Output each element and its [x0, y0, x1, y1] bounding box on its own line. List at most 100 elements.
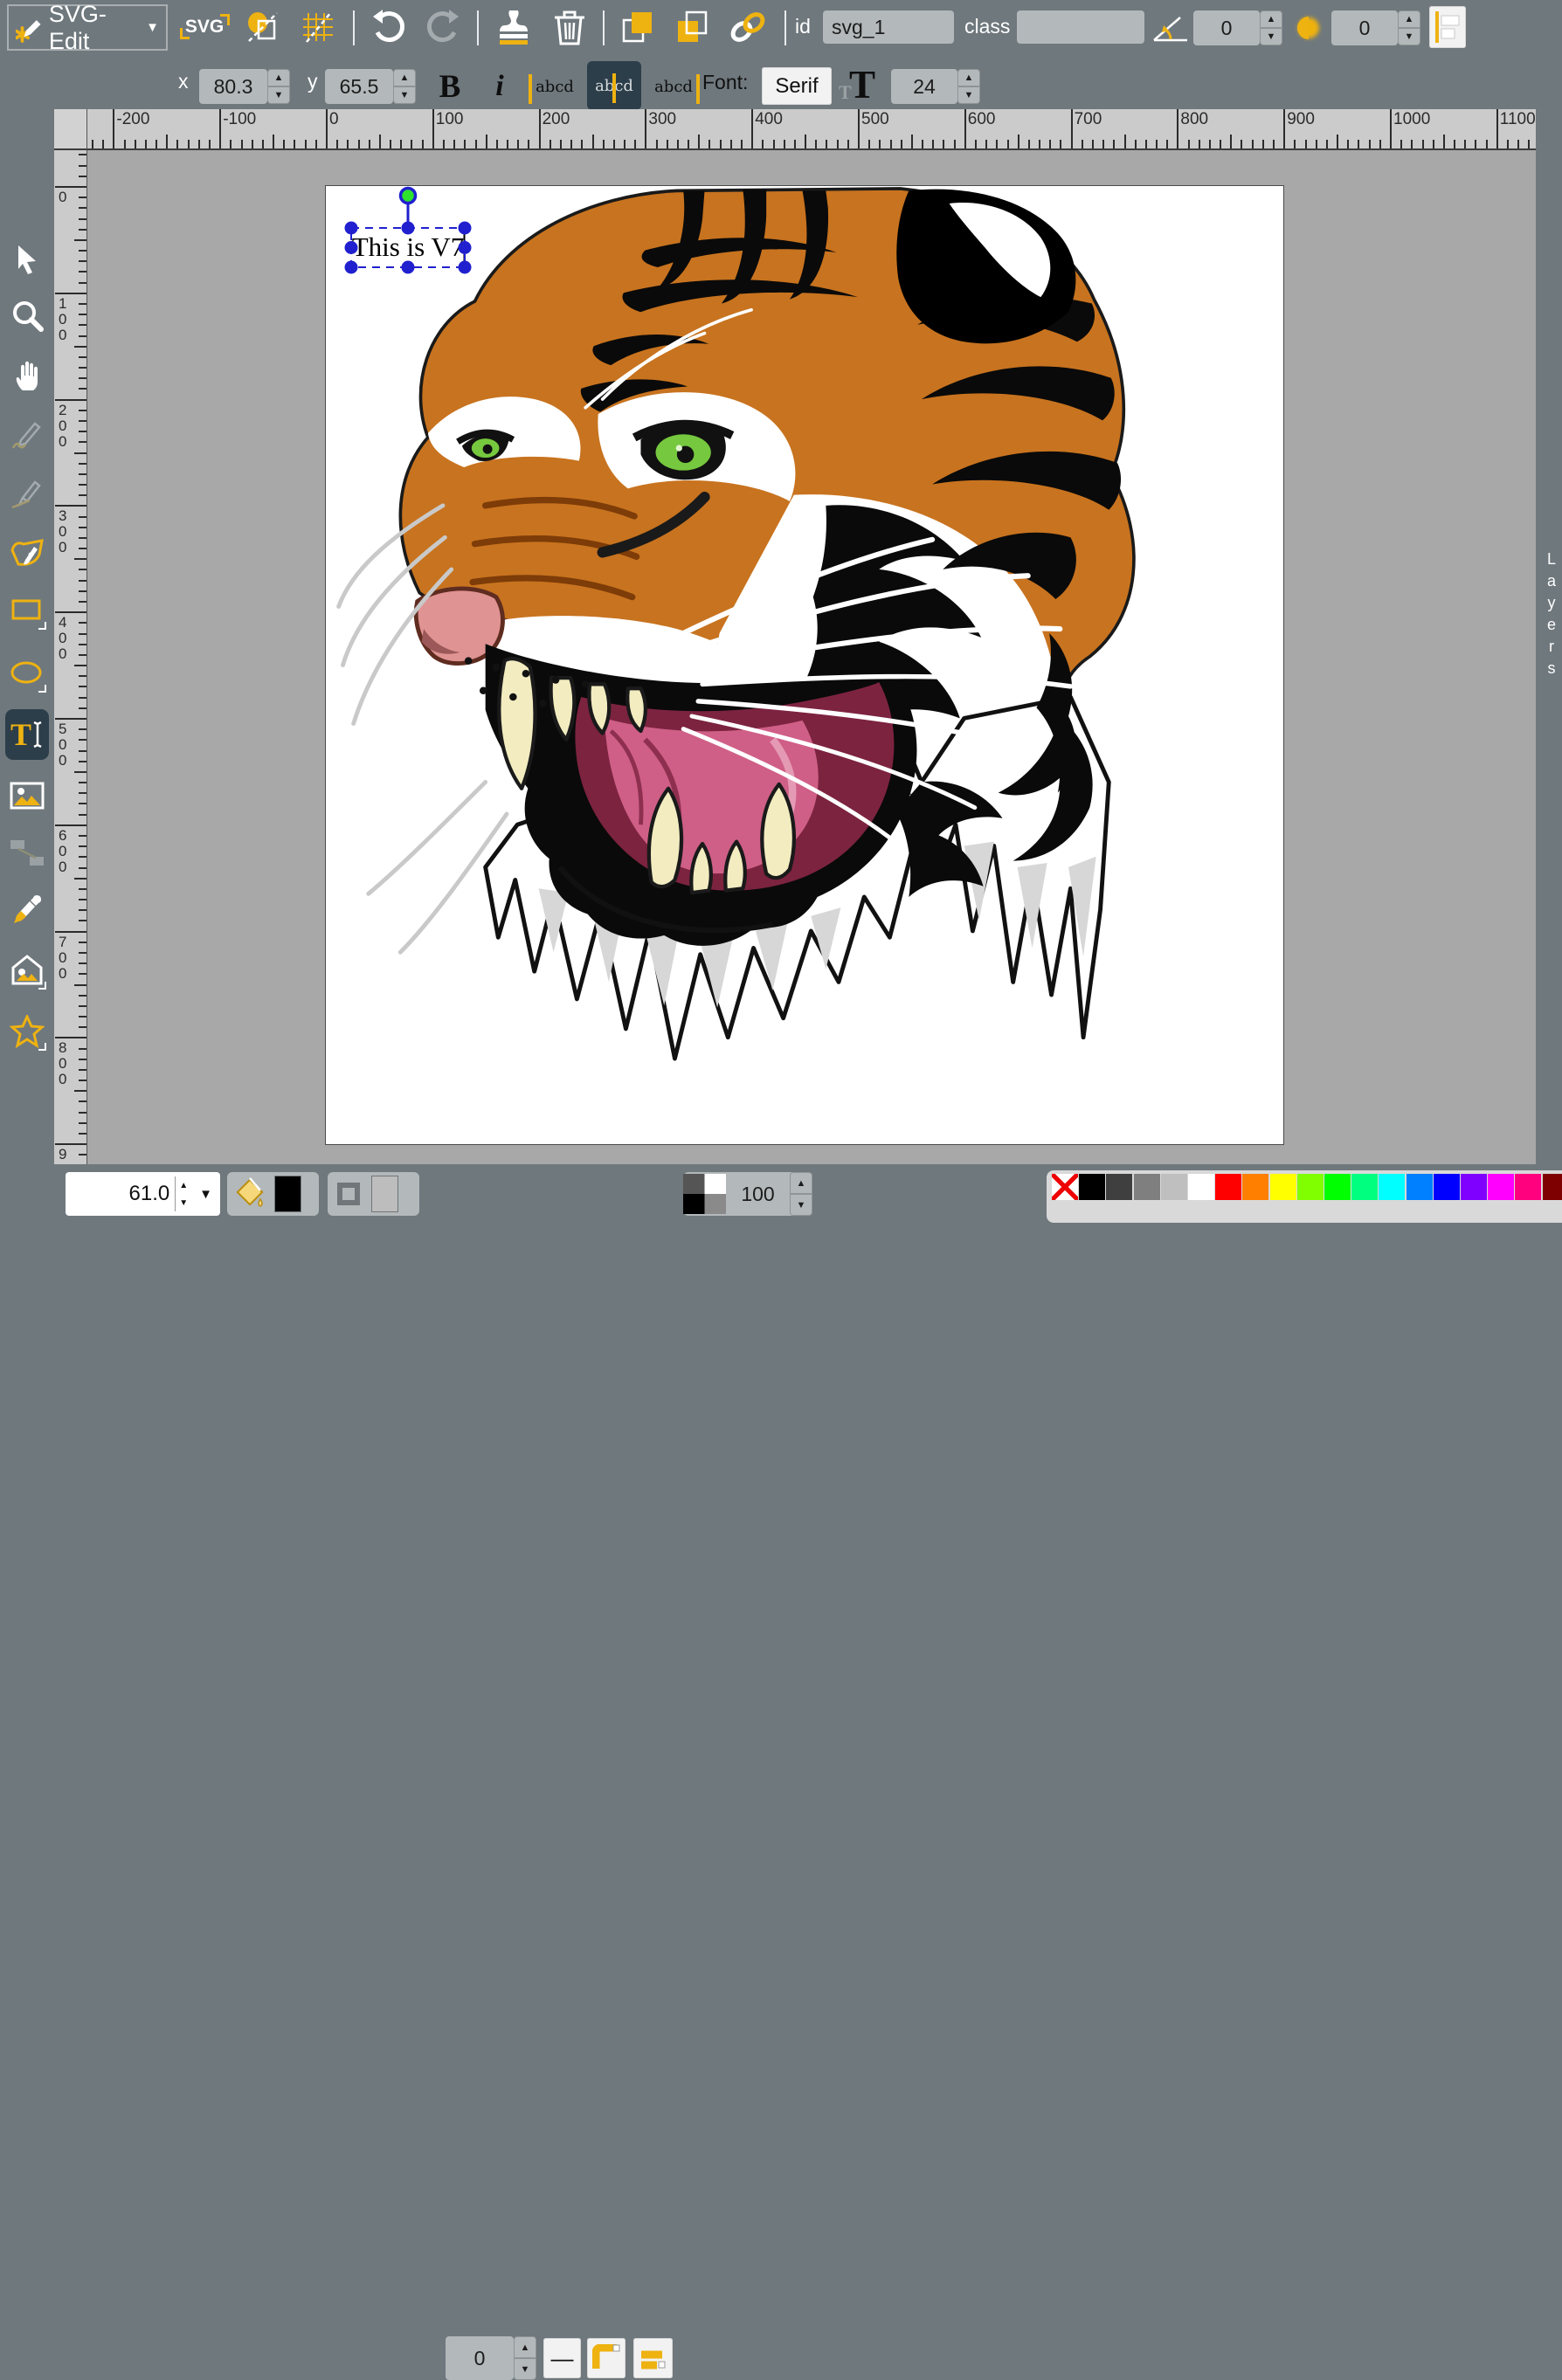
stroke-color-swatch[interactable]: [371, 1176, 398, 1212]
clone-button[interactable]: [489, 5, 538, 49]
spin-down-icon[interactable]: ▼: [514, 2358, 536, 2380]
palette-swatch-ff007f[interactable]: [1515, 1174, 1541, 1200]
layers-panel-tab[interactable]: Layers: [1536, 109, 1562, 1164]
font-family-button[interactable]: Serif: [762, 67, 832, 105]
redo-button[interactable]: [419, 5, 467, 49]
font-size-input[interactable]: 24: [891, 69, 957, 104]
svg-source-button[interactable]: SVG: [179, 7, 230, 47]
rectangle-tool[interactable]: [6, 590, 48, 631]
palette-swatch-none[interactable]: [1052, 1174, 1078, 1200]
spin-up-icon[interactable]: ▲: [176, 1176, 191, 1194]
spin-up-icon[interactable]: ▲: [1398, 10, 1420, 28]
spin-down-icon[interactable]: ▼: [176, 1194, 191, 1211]
image-tool[interactable]: [6, 775, 48, 817]
opacity-spinner[interactable]: ▲ ▼: [790, 1172, 812, 1216]
spin-down-icon[interactable]: ▼: [267, 86, 290, 104]
bold-button[interactable]: B: [430, 66, 470, 107]
stroke-linecap-button[interactable]: [633, 2338, 673, 2378]
class-input[interactable]: [1017, 10, 1144, 44]
spin-up-icon[interactable]: ▲: [957, 69, 980, 86]
palette-swatch-7f00ff[interactable]: [1461, 1174, 1487, 1200]
spin-down-icon[interactable]: ▼: [393, 86, 416, 104]
ruler-tick: [79, 335, 86, 337]
spin-up-icon[interactable]: ▲: [267, 69, 290, 86]
palette-swatch-ffffff[interactable]: [1188, 1174, 1214, 1200]
palette-swatch-3f3f3f[interactable]: [1106, 1174, 1132, 1200]
ellipse-tool[interactable]: [6, 652, 48, 694]
y-input[interactable]: 65.5: [325, 69, 393, 104]
spin-down-icon[interactable]: ▼: [957, 86, 980, 104]
text-anchor-end-button[interactable]: abcd: [648, 66, 699, 107]
spin-up-icon[interactable]: ▲: [790, 1172, 812, 1194]
main-menu-button[interactable]: SVG-Edit ▼: [7, 4, 168, 51]
ruler-tick: [985, 140, 987, 148]
move-to-top-button[interactable]: [615, 5, 660, 49]
x-spinner[interactable]: ▲ ▼: [267, 69, 290, 104]
star-tool[interactable]: [6, 1011, 48, 1052]
stroke-linejoin-button[interactable]: [587, 2338, 625, 2378]
fill-color-swatch[interactable]: [274, 1176, 301, 1212]
svg-canvas[interactable]: This is V7: [326, 186, 1283, 1144]
connector-tool[interactable]: [6, 831, 48, 873]
palette-swatch-bfbfbf[interactable]: [1161, 1174, 1187, 1200]
spin-down-icon[interactable]: ▼: [790, 1194, 812, 1216]
zoom-tool[interactable]: [6, 294, 48, 336]
id-input[interactable]: svg_1: [823, 10, 954, 44]
select-tool[interactable]: [6, 238, 48, 280]
palette-swatch-00ff00[interactable]: [1324, 1174, 1351, 1200]
spin-up-icon[interactable]: ▲: [393, 69, 416, 86]
spin-down-icon[interactable]: ▼: [1260, 28, 1282, 45]
palette-swatch-7fff00[interactable]: [1297, 1174, 1324, 1200]
palette-swatch-ff00ff[interactable]: [1488, 1174, 1514, 1200]
stroke-width-spinner[interactable]: ▲ ▼: [514, 2336, 536, 2380]
angle-input[interactable]: 0: [1193, 10, 1260, 45]
spin-down-icon[interactable]: ▼: [1398, 28, 1420, 45]
stroke-color-group[interactable]: [328, 1172, 419, 1216]
spin-up-icon[interactable]: ▲: [1260, 10, 1282, 28]
ruler-tick: [1486, 140, 1488, 148]
angle-spinner[interactable]: ▲ ▼: [1260, 10, 1282, 45]
blur-spinner[interactable]: ▲ ▼: [1398, 10, 1420, 45]
layers-label: Layers: [1542, 550, 1560, 681]
stroke-width-input[interactable]: 0: [446, 2336, 514, 2380]
palette-swatch-00ff7f[interactable]: [1351, 1174, 1378, 1200]
wireframe-mode-button[interactable]: [238, 7, 288, 47]
opacity-group[interactable]: 100 ▲ ▼: [683, 1172, 812, 1216]
pencil-tool[interactable]: [6, 413, 48, 455]
move-to-bottom-button[interactable]: [669, 5, 715, 49]
ruler-tick: [645, 109, 646, 148]
eyedropper-tool[interactable]: [6, 889, 48, 931]
make-link-button[interactable]: [723, 5, 772, 49]
palette-swatch-0000ff[interactable]: [1434, 1174, 1460, 1200]
delete-button[interactable]: [545, 5, 594, 49]
pan-tool[interactable]: [6, 354, 48, 396]
palette-swatch-ffff00[interactable]: [1270, 1174, 1296, 1200]
align-button[interactable]: [1429, 6, 1466, 48]
blur-input[interactable]: 0: [1331, 10, 1398, 45]
x-input[interactable]: 80.3: [199, 69, 267, 104]
text-tool[interactable]: T: [5, 709, 49, 760]
palette-swatch-7f7f7f[interactable]: [1134, 1174, 1160, 1200]
path-tool[interactable]: [6, 532, 48, 574]
palette-swatch-000000[interactable]: [1079, 1174, 1105, 1200]
y-spinner[interactable]: ▲ ▼: [393, 69, 416, 104]
palette-swatch-007fff[interactable]: [1406, 1174, 1433, 1200]
fill-color-group[interactable]: [227, 1172, 319, 1216]
palette-swatch-7f0000[interactable]: [1543, 1174, 1562, 1200]
zoom-dropdown-icon[interactable]: ▼: [191, 1187, 220, 1202]
palette-swatch-00ffff[interactable]: [1379, 1174, 1405, 1200]
line-tool[interactable]: [6, 473, 48, 514]
zoom-widget[interactable]: 61.0 ▲ ▼ ▼: [66, 1172, 220, 1216]
text-anchor-start-button[interactable]: abcd: [529, 66, 580, 107]
palette-swatch-ff7f00[interactable]: [1242, 1174, 1268, 1200]
italic-button[interactable]: i: [482, 66, 517, 107]
stroke-dash-button[interactable]: —: [543, 2338, 581, 2378]
snap-grid-button[interactable]: [295, 7, 342, 47]
spin-up-icon[interactable]: ▲: [514, 2336, 536, 2358]
text-anchor-middle-button[interactable]: abcd: [587, 61, 641, 110]
shape-library-tool[interactable]: [6, 949, 48, 991]
undo-button[interactable]: [365, 5, 412, 49]
font-size-spinner[interactable]: ▲ ▼: [957, 69, 980, 104]
palette-swatch-ff0000[interactable]: [1215, 1174, 1241, 1200]
zoom-spinner[interactable]: ▲ ▼: [175, 1176, 191, 1211]
